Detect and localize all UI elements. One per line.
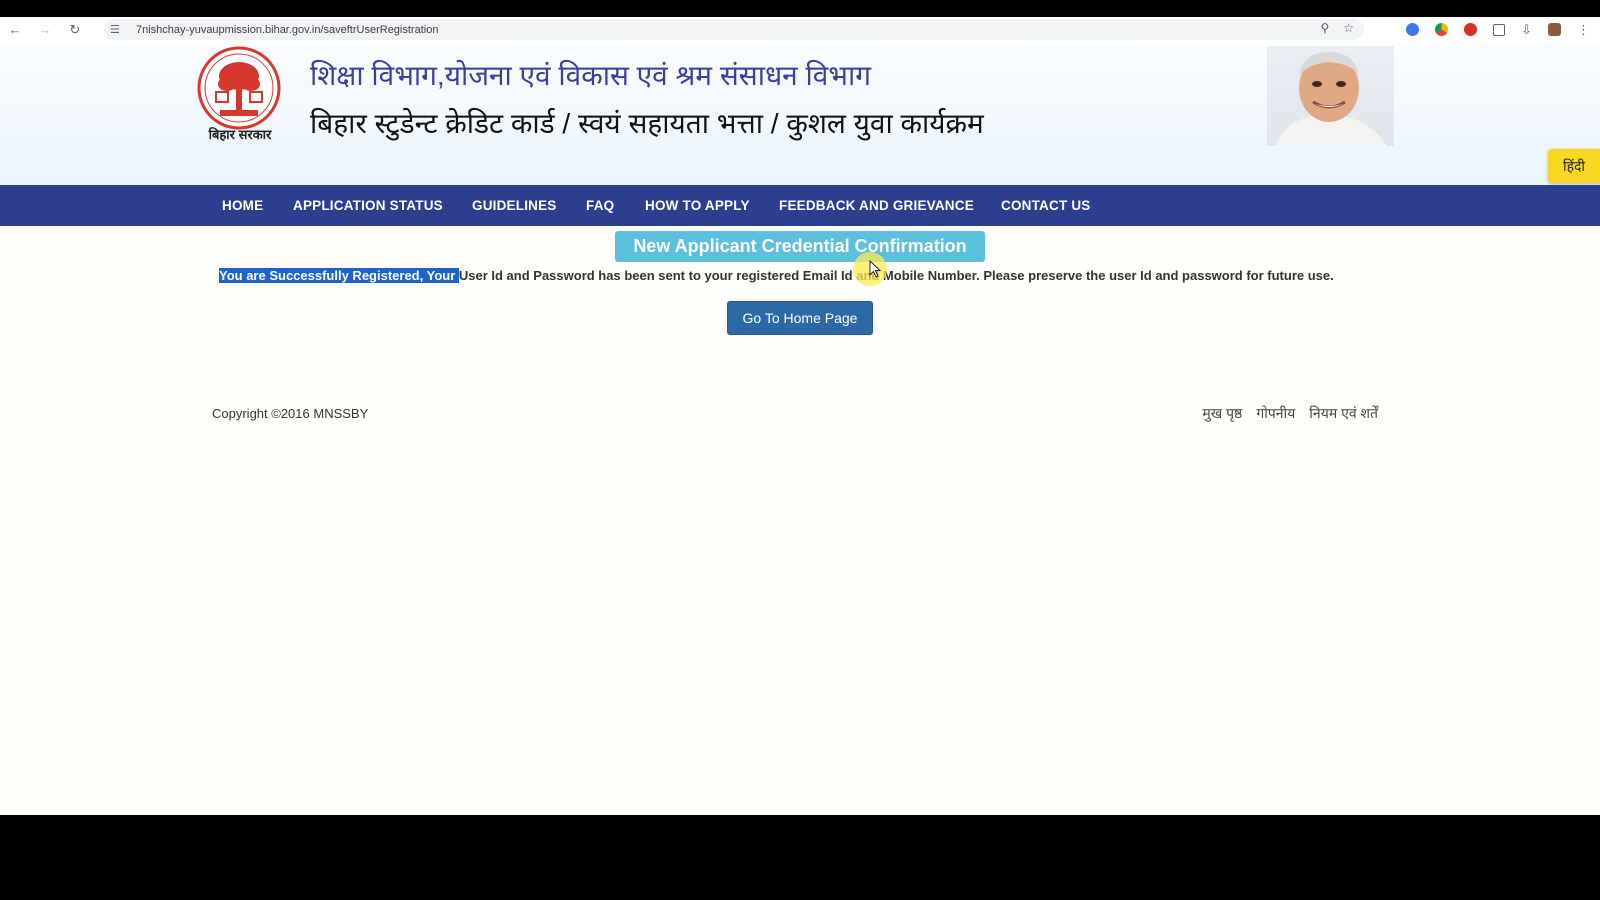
address-bar[interactable]: ☰ 7nishchay-yuvaupmission.bihar.gov.in/s… bbox=[104, 19, 1364, 40]
footer-links: मुख पृष्ठ गोपनीय नियम एवं शर्तें bbox=[1202, 404, 1378, 423]
profile-avatar[interactable] bbox=[1548, 23, 1561, 36]
back-arrow-icon[interactable]: ← bbox=[0, 17, 30, 42]
nav-item-home[interactable]: HOME bbox=[222, 185, 263, 226]
nav-item-faq[interactable]: FAQ bbox=[586, 185, 614, 226]
extension-blue-icon[interactable] bbox=[1406, 23, 1420, 36]
confirmation-title: New Applicant Credential Confirmation bbox=[615, 231, 985, 262]
browser-toolbar: ← → ↻ ☰ 7nishchay-yuvaupmission.bihar.go… bbox=[0, 17, 1600, 42]
page-content: बिहार सरकार शिक्षा विभाग,योजना एवं विकास… bbox=[0, 42, 1600, 818]
go-to-home-button[interactable]: Go To Home Page bbox=[727, 301, 873, 335]
screen-bottom-bar bbox=[0, 815, 1600, 900]
nav-item-contact-us[interactable]: CONTACT US bbox=[1001, 185, 1091, 226]
mouse-pointer-icon bbox=[869, 260, 882, 278]
nav-item-application-status[interactable]: APPLICATION STATUS bbox=[293, 185, 443, 226]
scheme-title: बिहार स्टुडेन्ट क्रेडिट कार्ड / स्वयं सह… bbox=[310, 108, 984, 139]
department-title: शिक्षा विभाग,योजना एवं विकास एवं श्रम सं… bbox=[310, 60, 872, 91]
url-text: 7nishchay-yuvaupmission.bihar.gov.in/sav… bbox=[136, 23, 439, 36]
nav-item-guidelines[interactable]: GUIDELINES bbox=[472, 185, 557, 226]
footer-link-privacy[interactable]: गोपनीय bbox=[1256, 404, 1295, 423]
zoom-icon[interactable]: ⚲ bbox=[1320, 21, 1329, 35]
extension-red-icon[interactable] bbox=[1464, 23, 1478, 36]
copyright-text: Copyright ©2016 MNSSBY bbox=[212, 406, 369, 421]
extensions-puzzle-icon[interactable] bbox=[1493, 23, 1506, 36]
site-settings-icon[interactable]: ☰ bbox=[110, 23, 124, 36]
forward-arrow-icon[interactable]: → bbox=[30, 17, 60, 42]
chief-minister-portrait bbox=[1267, 46, 1394, 146]
nav-item-how-to-apply[interactable]: HOW TO APPLY bbox=[645, 185, 750, 226]
emblem-caption: बिहार सरकार bbox=[208, 127, 272, 142]
reload-icon[interactable]: ↻ bbox=[60, 17, 90, 42]
extension-multicolor-icon[interactable] bbox=[1435, 23, 1449, 36]
nav-item-feedback-grievance[interactable]: FEEDBACK AND GRIEVANCE bbox=[779, 185, 974, 226]
download-icon[interactable]: ⇩ bbox=[1521, 22, 1532, 38]
menu-dots-icon[interactable]: ⋮ bbox=[1577, 22, 1590, 38]
footer-link-home[interactable]: मुख पृष्ठ bbox=[1202, 404, 1242, 423]
main-navbar: HOME APPLICATION STATUS GUIDELINES FAQ H… bbox=[0, 185, 1600, 226]
footer-link-terms[interactable]: नियम एवं शर्तें bbox=[1309, 404, 1378, 423]
bookmark-star-icon[interactable]: ☆ bbox=[1343, 21, 1354, 35]
selected-message-text: You are Successfully Registered, Your bbox=[219, 268, 459, 283]
site-header: बिहार सरकार शिक्षा विभाग,योजना एवं विकास… bbox=[0, 42, 1600, 185]
registration-message: You are Successfully Registered, Your Us… bbox=[219, 267, 1334, 285]
hindi-language-button[interactable]: हिंदी bbox=[1548, 149, 1600, 183]
screen-top-bar bbox=[0, 0, 1600, 17]
message-text: User Id and Password has been sent to yo… bbox=[458, 268, 1334, 283]
extensions-area: ⇩ ⋮ bbox=[1406, 17, 1590, 42]
